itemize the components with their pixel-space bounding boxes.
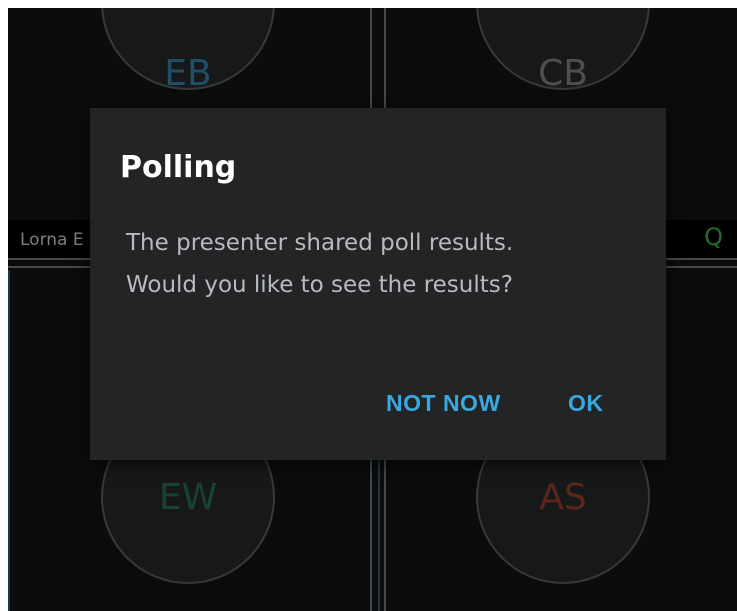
ok-button[interactable]: OK	[568, 390, 604, 417]
dialog-title: Polling	[120, 150, 237, 185]
polling-dialog: Polling The presenter shared poll result…	[90, 108, 666, 460]
not-now-button[interactable]: NOT NOW	[386, 390, 501, 417]
dialog-message: The presenter shared poll results. Would…	[126, 222, 646, 306]
dialog-message-line-1: The presenter shared poll results.	[126, 230, 514, 256]
dialog-message-line-2: Would you like to see the results?	[126, 272, 513, 298]
